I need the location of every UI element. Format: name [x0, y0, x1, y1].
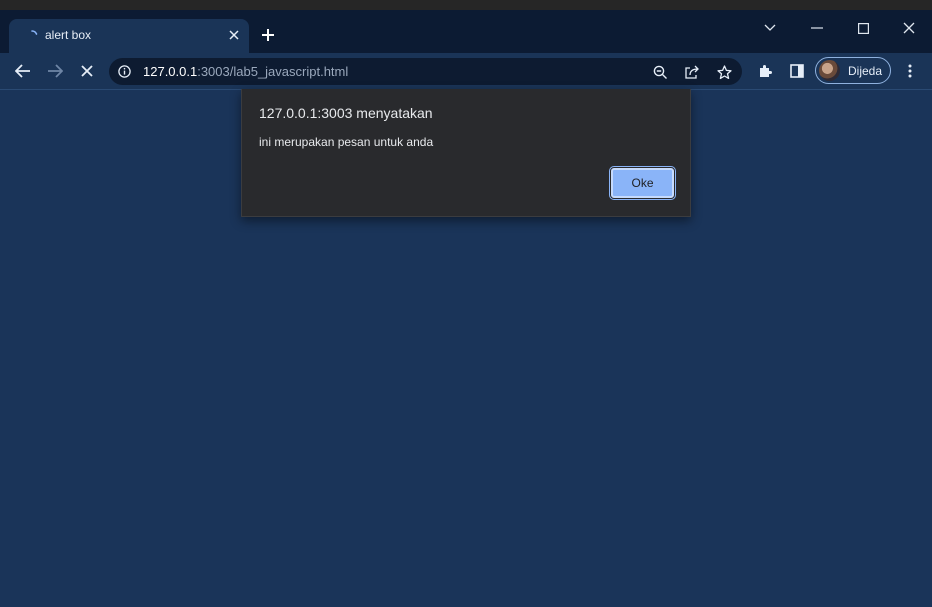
url-text[interactable]: 127.0.0.1:3003/lab5_javascript.html	[143, 64, 348, 79]
tab-close-icon[interactable]	[229, 27, 239, 43]
window-close-icon[interactable]	[894, 18, 924, 38]
stop-loading-icon[interactable]	[76, 61, 98, 81]
dialog-origin: 127.0.0.1:3003 menyatakan	[259, 105, 433, 121]
alert-dialog: 127.0.0.1:3003 menyatakan ini merupakan …	[241, 89, 691, 217]
avatar	[819, 60, 840, 81]
extensions-puzzle-icon[interactable]	[755, 61, 775, 81]
bookmark-star-icon[interactable]	[715, 63, 733, 81]
tab-alert-box[interactable]: alert box	[9, 19, 249, 53]
url-path: :3003/lab5_javascript.html	[197, 64, 349, 79]
new-tab-button[interactable]	[261, 27, 275, 45]
minimize-icon[interactable]	[802, 18, 832, 38]
side-panel-icon[interactable]	[787, 61, 807, 81]
dialog-message: ini merupakan pesan untuk anda	[259, 135, 434, 149]
tab-title: alert box	[45, 28, 92, 42]
zoom-icon[interactable]	[651, 63, 669, 81]
browser-toolbar: 127.0.0.1:3003/lab5_javascript.html Dije…	[0, 53, 932, 90]
profile-name: Dijeda	[848, 64, 883, 78]
tab-search-chevron-down-icon[interactable]	[755, 18, 785, 38]
back-arrow-icon[interactable]	[12, 61, 34, 81]
more-menu-icon[interactable]	[903, 61, 917, 81]
site-info-icon[interactable]	[118, 65, 131, 83]
loading-spinner-icon	[26, 29, 38, 41]
window-top-strip	[0, 0, 932, 10]
share-icon[interactable]	[683, 63, 701, 81]
tab-strip: alert box	[0, 10, 932, 53]
maximize-icon[interactable]	[848, 18, 878, 38]
profile-button[interactable]: Dijeda	[815, 57, 891, 84]
address-bar[interactable]: 127.0.0.1:3003/lab5_javascript.html	[109, 58, 742, 85]
forward-arrow-icon[interactable]	[44, 61, 66, 81]
ok-button[interactable]: Oke	[609, 166, 676, 200]
url-host: 127.0.0.1	[143, 64, 198, 79]
